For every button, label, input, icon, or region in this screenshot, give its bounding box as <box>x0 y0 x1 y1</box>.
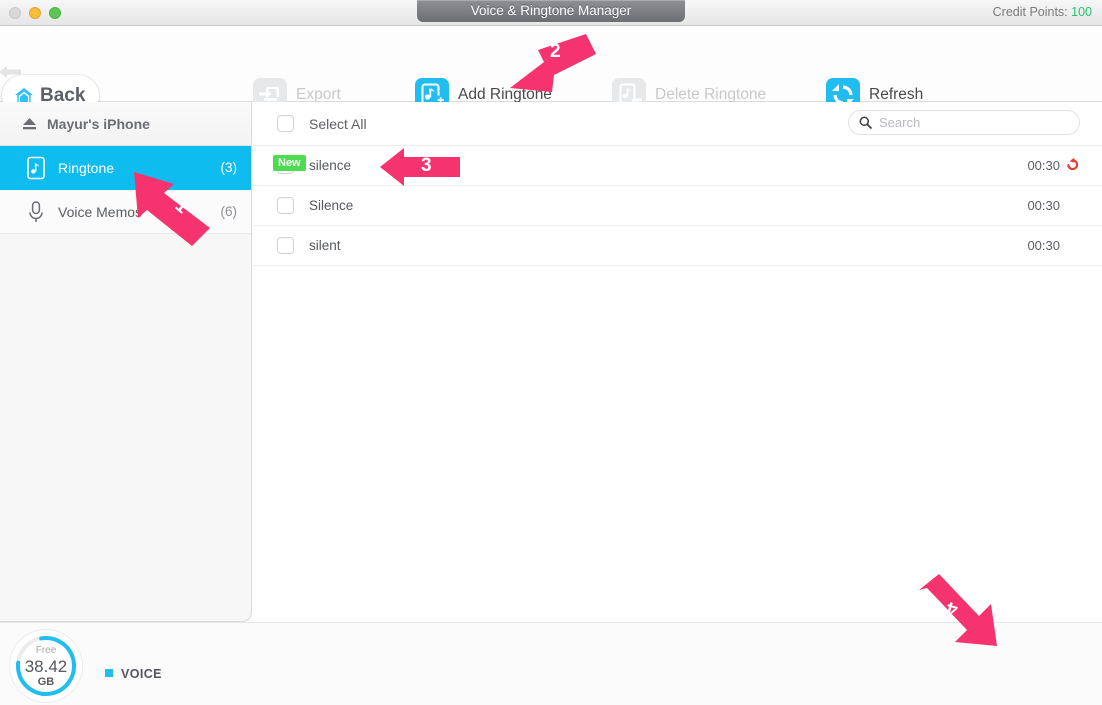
row-name: silent <box>309 238 341 253</box>
category-text: VOICE <box>121 667 162 681</box>
callout-number-3: 3 <box>421 155 432 176</box>
maximize-button[interactable] <box>49 7 61 19</box>
category-label: VOICE <box>105 667 162 681</box>
free-space-gauge: Free 38.42 GB <box>10 630 82 702</box>
minimize-button[interactable] <box>29 7 41 19</box>
app-window: Voice & Ringtone Manager Credit Points: … <box>0 0 1102 705</box>
gauge-unit: GB <box>37 675 55 688</box>
select-all-label: Select All <box>309 115 367 132</box>
main-toolbar: Back Export Add Ringtone Delete Ringtone… <box>0 26 1102 117</box>
select-all-checkbox[interactable] <box>277 115 294 132</box>
gauge-value: 38.42 <box>24 656 68 676</box>
device-name: Mayur's iPhone <box>47 115 150 132</box>
row-duration: 00:30 <box>1027 158 1060 173</box>
undo-icon[interactable] <box>1065 157 1080 172</box>
row-duration: 00:30 <box>1027 238 1060 253</box>
microphone-icon <box>29 200 43 222</box>
gauge-free-label: Free <box>35 644 57 656</box>
sidebar-item-ringtone-count: (3) <box>220 160 238 175</box>
sidebar: Mayur's iPhone Ringtone (3) Voice Memos … <box>0 102 252 622</box>
search-box[interactable] <box>848 110 1080 135</box>
row-name: silence <box>309 158 352 173</box>
window-title: Voice & Ringtone Manager <box>417 0 685 22</box>
sidebar-item-voice-memos[interactable]: Voice Memos (6) <box>0 190 251 234</box>
callout-number-2: 2 <box>550 41 561 62</box>
ringtone-row-silence-2[interactable]: Silence 00:30 <box>253 186 1102 226</box>
row-name: Silence <box>309 198 354 213</box>
ringtone-row-silence[interactable]: New silence 00:30 <box>253 146 1102 186</box>
credit-points: Credit Points: 100 <box>993 5 1092 19</box>
row-checkbox[interactable] <box>277 197 294 214</box>
window-titlebar: Voice & Ringtone Manager Credit Points: … <box>0 0 1102 26</box>
list-header: Select All <box>253 102 1102 146</box>
sidebar-item-ringtone[interactable]: Ringtone (3) <box>0 146 251 190</box>
eject-icon <box>23 118 36 130</box>
search-input[interactable] <box>879 115 1059 130</box>
sidebar-item-ringtone-label: Ringtone <box>58 159 115 176</box>
ringtone-icon <box>27 156 45 179</box>
window-controls <box>9 7 61 19</box>
ringtone-row-silent[interactable]: silent 00:30 <box>253 226 1102 266</box>
close-button[interactable] <box>9 7 21 19</box>
device-header[interactable]: Mayur's iPhone <box>0 102 251 146</box>
row-duration: 00:30 <box>1027 198 1060 213</box>
category-swatch <box>105 669 113 677</box>
new-badge: New <box>273 155 306 171</box>
row-checkbox[interactable] <box>277 237 294 254</box>
credit-points-label: Credit Points: <box>992 5 1068 19</box>
status-bar: Free 38.42 GB VOICE Total items 3 ( 1.1M… <box>0 622 1102 705</box>
credit-points-value: 100 <box>1071 5 1092 19</box>
content-panel: Select All New silence 00:30 Silence 00 <box>253 102 1102 622</box>
search-icon <box>859 116 872 129</box>
sidebar-item-voice-memos-count: (6) <box>220 204 238 219</box>
